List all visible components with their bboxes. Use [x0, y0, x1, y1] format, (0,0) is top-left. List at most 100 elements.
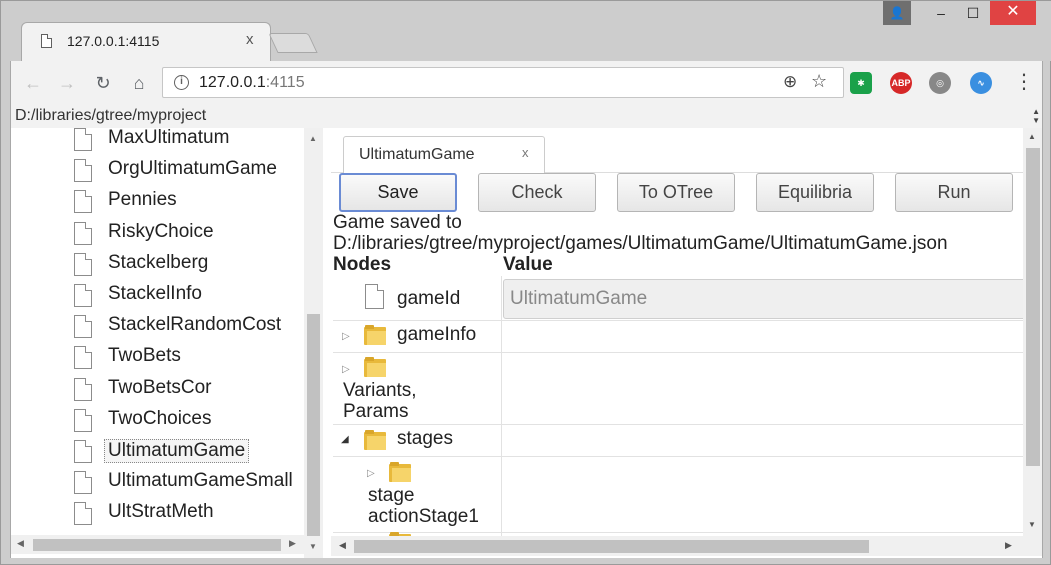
tree-item[interactable]: UltimatumGameSmall — [74, 467, 304, 497]
bookmark-star-icon[interactable]: ☆ — [811, 71, 827, 92]
reload-icon[interactable]: ↻ — [91, 71, 115, 95]
tree-item-label: UltimatumGameSmall — [108, 470, 293, 492]
document-icon — [74, 128, 92, 151]
path-spinner-icon[interactable]: ▲ ▼ — [1032, 107, 1040, 125]
scrollbar-corner — [1023, 536, 1042, 556]
scroll-left-icon[interactable]: ◀ — [17, 538, 24, 549]
actionstage-line: actionStage1 — [368, 506, 479, 527]
scroll-right-icon[interactable]: ▶ — [1005, 540, 1012, 551]
params-line: Params — [343, 401, 409, 422]
editor-tab-title: UltimatumGame — [359, 146, 475, 163]
project-path: D:/libraries/gtree/myproject — [15, 107, 207, 124]
zoom-icon[interactable]: ⊕ — [783, 72, 797, 92]
scroll-up-icon[interactable]: ▲ — [1028, 132, 1036, 141]
tree-item-label: OrgUltimatumGame — [108, 158, 277, 180]
tree-vertical-scrollbar[interactable]: ▲ ▼ — [304, 128, 323, 558]
scroll-thumb[interactable] — [307, 314, 320, 536]
scroll-up-icon[interactable]: ▲ — [309, 134, 317, 143]
adblock-icon[interactable]: ABP — [890, 72, 912, 94]
page-content: D:/libraries/gtree/myproject ▲ ▼ MaxUltim… — [10, 105, 1043, 558]
node-stages[interactable]: stages — [397, 428, 453, 449]
tree-item[interactable]: TwoChoices — [74, 405, 304, 435]
node-variants-params[interactable]: Variants, Params — [343, 380, 417, 422]
back-arrow-icon[interactable]: ← — [21, 71, 45, 95]
collapse-arrow-icon[interactable]: ◢ — [341, 434, 349, 445]
node-gameid[interactable]: gameId — [397, 288, 460, 309]
status-path: D:/libraries/gtree/myproject/games/Ultim… — [333, 233, 948, 254]
url-text: 127.0.0.1:4115 — [199, 74, 305, 92]
browser-tab[interactable]: 127.0.0.1:4115 x — [21, 22, 271, 61]
gameid-value-field[interactable] — [503, 279, 1023, 319]
document-icon — [74, 252, 92, 276]
scroll-down-icon[interactable]: ▼ — [309, 542, 317, 551]
tree-item-label: UltimatumGame — [104, 439, 250, 463]
tree-item[interactable]: UltStratMeth — [74, 498, 304, 528]
scroll-left-icon[interactable]: ◀ — [339, 540, 346, 551]
tree-item[interactable]: MaxUltimatum — [74, 128, 304, 154]
folder-icon — [389, 462, 411, 482]
scroll-right-icon[interactable]: ▶ — [289, 538, 296, 549]
run-button[interactable]: Run — [895, 173, 1013, 212]
expand-arrow-icon[interactable]: ▷ — [342, 364, 350, 375]
forward-arrow-icon[interactable]: → — [55, 71, 79, 95]
document-icon — [74, 284, 92, 307]
tree-item[interactable]: RiskyChoice — [74, 218, 304, 248]
close-window-button[interactable]: ✕ — [990, 1, 1036, 25]
pulse-icon[interactable]: ∿ — [970, 72, 992, 94]
editor-tab-bar: UltimatumGame x — [331, 128, 1023, 174]
tree-item-label: Stackelberg — [108, 251, 209, 273]
save-button[interactable]: Save — [339, 173, 457, 212]
folder-icon — [364, 325, 386, 345]
close-tab-icon[interactable]: x — [246, 31, 254, 48]
tree-item[interactable]: Pennies — [74, 186, 304, 216]
editor-horizontal-scrollbar[interactable]: ◀ ▶ — [331, 536, 1023, 556]
variants-line: Variants, — [343, 380, 417, 401]
minimize-button[interactable]: – — [926, 1, 956, 25]
document-icon — [74, 190, 92, 214]
project-path-bar: D:/libraries/gtree/myproject ▲ ▼ — [11, 105, 1042, 128]
node-gameinfo[interactable]: gameInfo — [397, 324, 476, 345]
editor-vertical-scrollbar[interactable]: ▲ ▼ — [1023, 128, 1042, 536]
tree-item[interactable]: OrgUltimatumGame — [74, 155, 304, 185]
user-icon[interactable]: 👤 — [883, 1, 911, 25]
tree-item-label: TwoBets — [108, 345, 181, 367]
nodes-column-header: Nodes — [333, 254, 392, 275]
tree-item-label: StackelInfo — [108, 283, 202, 304]
close-editor-tab-icon[interactable]: x — [522, 145, 529, 160]
save-status: Game saved to D:/libraries/gtree/myproje… — [333, 212, 948, 254]
tree-item[interactable]: TwoBetsCor — [74, 374, 304, 404]
column-divider — [501, 276, 502, 536]
to-otree-button[interactable]: To OTree — [617, 173, 735, 212]
equilibria-button[interactable]: Equilibria — [756, 173, 874, 212]
scroll-thumb[interactable] — [1026, 148, 1040, 466]
menu-dots-icon[interactable]: ⋮ — [1014, 69, 1034, 94]
info-icon[interactable]: i — [174, 75, 189, 90]
url-host: 127.0.0.1 — [199, 74, 266, 91]
expand-arrow-icon[interactable]: ▷ — [367, 468, 375, 479]
tree-item[interactable]: UltimatumGame — [74, 436, 304, 466]
browser-window: 127.0.0.1:4115 x 👤 – ☐ ✕ ← → ↻ ⌂ i 127.0… — [0, 0, 1051, 565]
row-divider — [333, 320, 1023, 321]
tree-item-label: TwoBetsCor — [108, 376, 212, 398]
tree-item[interactable]: TwoBets — [74, 342, 304, 372]
new-tab-button[interactable] — [268, 33, 318, 53]
film-reel-icon[interactable]: ◎ — [929, 72, 951, 94]
check-button[interactable]: Check — [478, 173, 596, 212]
scroll-down-icon[interactable]: ▼ — [1028, 520, 1036, 529]
value-column-header: Value — [503, 254, 553, 275]
expand-arrow-icon[interactable]: ▷ — [342, 331, 350, 342]
scroll-thumb[interactable] — [33, 539, 281, 551]
tree-horizontal-scrollbar[interactable]: ◀ ▶ — [11, 535, 304, 554]
node-stage-actionstage1[interactable]: stage actionStage1 — [368, 485, 479, 527]
tree-item[interactable]: Stackelberg — [74, 249, 304, 279]
tree-item[interactable]: StackelInfo — [74, 280, 304, 310]
address-bar[interactable]: i 127.0.0.1:4115 ⊕ ☆ — [162, 67, 844, 98]
row-divider — [333, 456, 1023, 457]
extension-icon[interactable]: ✱ — [850, 72, 872, 94]
scroll-thumb[interactable] — [354, 540, 869, 553]
editor-tab[interactable]: UltimatumGame x — [343, 136, 545, 174]
url-port: :4115 — [265, 74, 305, 91]
home-icon[interactable]: ⌂ — [127, 71, 151, 95]
tree-item[interactable]: StackelRandomCost — [74, 311, 304, 341]
maximize-button[interactable]: ☐ — [958, 1, 988, 25]
